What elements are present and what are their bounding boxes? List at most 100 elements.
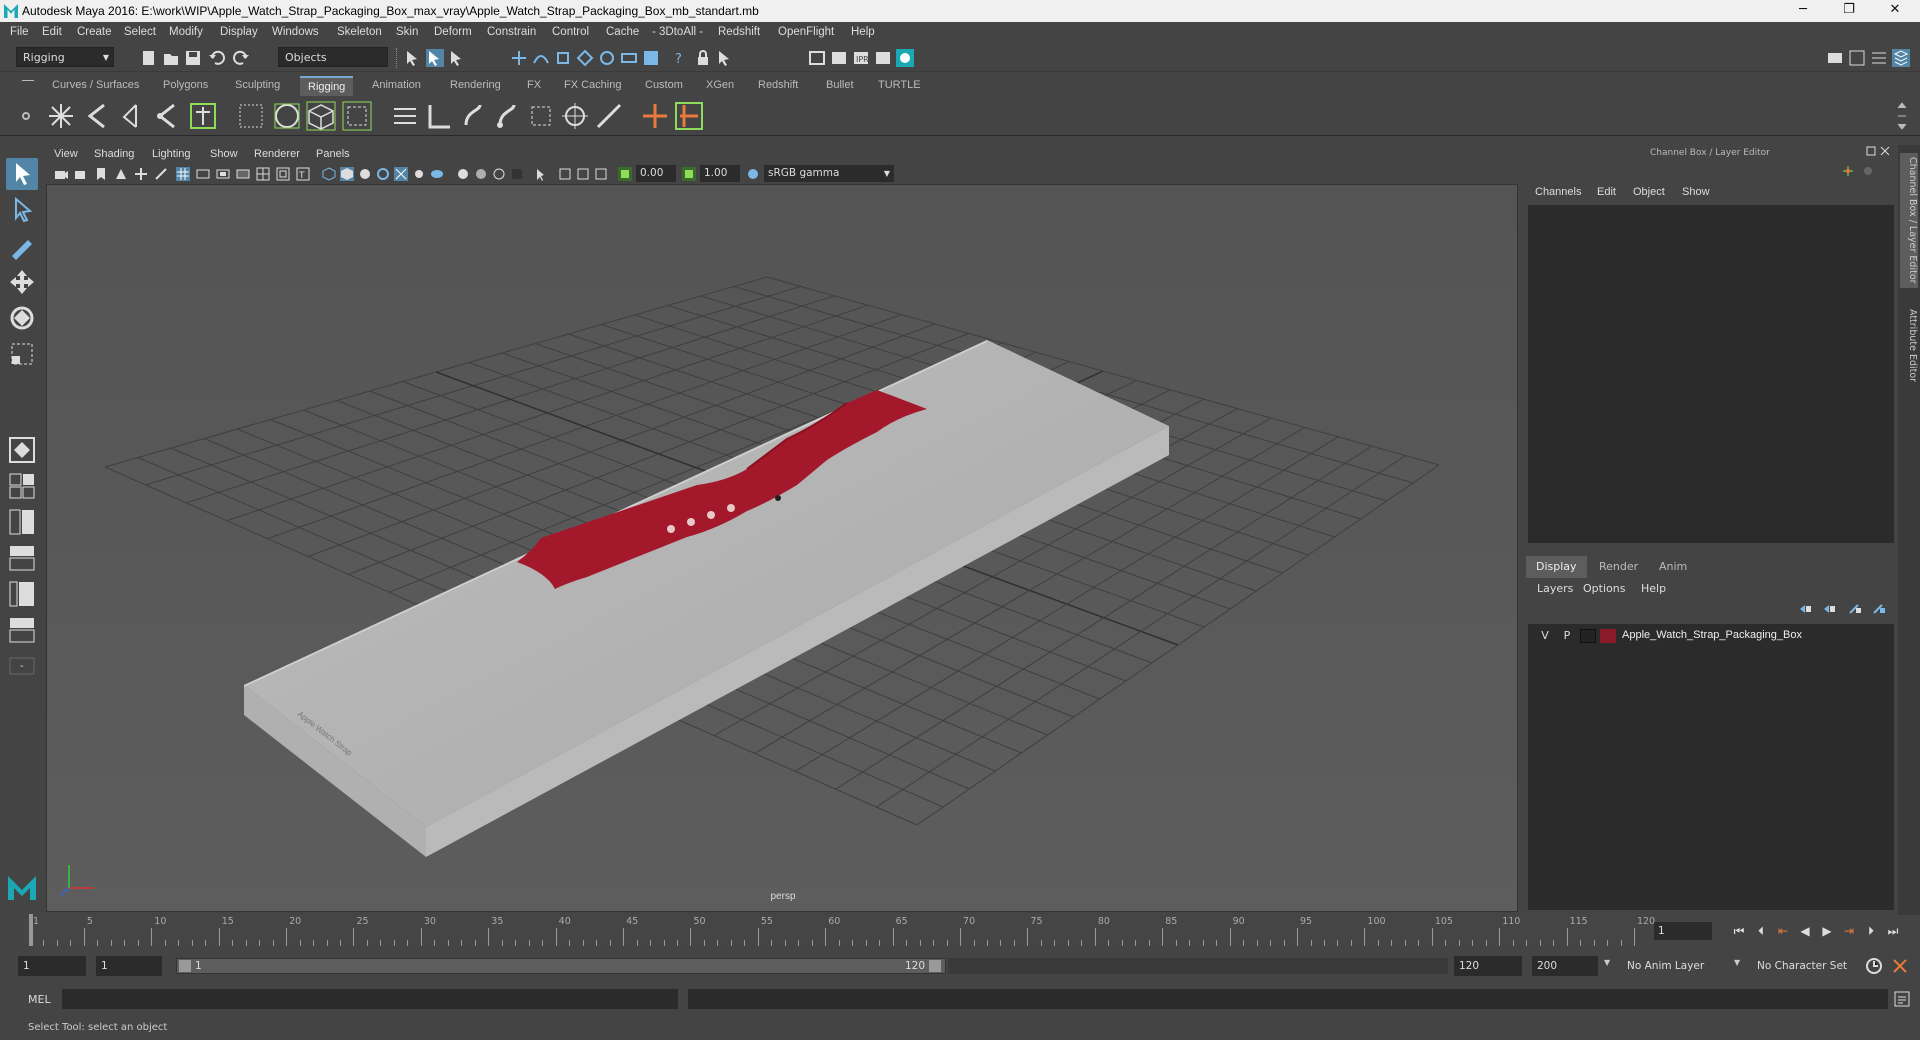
wireframe-icon[interactable] [322, 167, 336, 181]
character-set-dropdown[interactable]: No Character Set [1752, 956, 1868, 976]
shelf-tab-bullet[interactable]: Bullet [818, 76, 862, 96]
persp-outliner-icon[interactable] [6, 506, 38, 538]
menu-select[interactable]: Select [124, 26, 156, 38]
grease-pencil-icon[interactable] [154, 167, 168, 181]
step-back-frame-icon[interactable]: ⏴ [1752, 924, 1770, 938]
four-view-icon[interactable] [6, 470, 38, 502]
menu-redshift[interactable]: Redshift [718, 26, 760, 38]
shelf-tab-polygons[interactable]: Polygons [155, 76, 216, 96]
menu-file[interactable]: File [10, 26, 29, 38]
cb-menu-channels[interactable]: Channels [1535, 186, 1581, 198]
auto-key-icon[interactable] [1864, 956, 1884, 976]
maya-home-icon[interactable] [6, 870, 38, 902]
render-current-icon[interactable] [830, 49, 848, 67]
selection-mode-dropdown[interactable]: Objects [278, 47, 388, 67]
playback-end-field[interactable]: 120 [1454, 956, 1522, 976]
play-backwards-icon[interactable]: ◀ [1796, 924, 1814, 938]
close-button[interactable]: ✕ [1872, 0, 1918, 22]
2d-pan-zoom-icon[interactable] [134, 167, 148, 181]
current-frame-field[interactable]: 1 [1654, 922, 1712, 940]
menu-help[interactable]: Help [851, 26, 875, 38]
hud-icon[interactable] [594, 167, 608, 181]
anim-prefs-icon[interactable] [1890, 956, 1910, 976]
menu-constrain[interactable]: Constrain [487, 26, 536, 38]
shelf-tab-sculpting[interactable]: Sculpting [227, 76, 288, 96]
chevron-down-icon[interactable]: ▼ [1734, 958, 1740, 967]
layer-tab-anim[interactable]: Anim [1649, 556, 1697, 578]
rotate-tool-icon[interactable] [6, 302, 38, 334]
shelf-settings-icon[interactable] [20, 110, 32, 122]
exposure-icon[interactable] [618, 167, 632, 181]
redo-icon[interactable] [232, 49, 250, 67]
perspective-viewport[interactable]: Apple Watch Strap persp [46, 184, 1518, 912]
persp-graph-icon[interactable] [6, 542, 38, 574]
command-input[interactable] [62, 989, 678, 1009]
isolate-select-icon[interactable] [510, 167, 524, 181]
anim-layer-dropdown[interactable]: No Anim Layer [1622, 956, 1742, 976]
snap-grid-icon[interactable] [510, 49, 528, 67]
restore-button[interactable]: ❐ [1826, 0, 1872, 22]
layer-menu-options[interactable]: Options [1583, 582, 1625, 595]
pole-vector-icon[interactable] [594, 101, 624, 131]
range-end-handle[interactable] [929, 960, 941, 972]
menu-modify[interactable]: Modify [169, 26, 203, 38]
go-to-end-icon[interactable]: ⏭ [1884, 924, 1902, 938]
speed-icon[interactable] [1862, 165, 1874, 177]
help-icon[interactable]: ? [670, 49, 688, 67]
menu-skin[interactable]: Skin [396, 26, 418, 38]
camera-select-icon[interactable] [54, 167, 68, 181]
resolution-gate-icon[interactable] [216, 167, 230, 181]
channel-box-area[interactable] [1528, 205, 1894, 543]
joint-tool-icon[interactable] [46, 101, 76, 131]
new-layer-selected-icon[interactable] [1872, 603, 1886, 615]
manipulator-icon[interactable] [1842, 165, 1854, 177]
xray-joints-icon[interactable] [558, 167, 572, 181]
point-constraint-icon[interactable] [492, 101, 522, 131]
layout-columns-icon[interactable] [6, 578, 38, 610]
close-panel-icon[interactable] [1880, 146, 1890, 156]
snap-surface-icon[interactable] [620, 49, 638, 67]
shelf-tab-redshift[interactable]: Redshift [750, 76, 806, 96]
parent-constraint-icon[interactable] [458, 101, 488, 131]
snap-curve-icon[interactable] [532, 49, 550, 67]
layout-hypershade-icon[interactable] [6, 614, 38, 646]
go-to-start-icon[interactable]: ⏮ [1730, 924, 1748, 938]
grid-toggle-icon[interactable] [176, 167, 190, 181]
aim-constraint-icon[interactable] [560, 101, 590, 131]
ik-spline-icon[interactable] [152, 101, 182, 131]
select-tool-icon[interactable] [6, 158, 38, 190]
scale-tool-icon[interactable] [6, 338, 38, 370]
image-plane-icon[interactable] [114, 167, 128, 181]
snap-together-icon[interactable] [642, 49, 660, 67]
range-start-handle[interactable] [179, 960, 191, 972]
anim-end-field[interactable]: 200 [1532, 956, 1598, 976]
field-chart-icon[interactable] [256, 167, 270, 181]
viewport-canvas[interactable]: Apple Watch Strap persp [47, 185, 1518, 912]
xray-icon[interactable] [534, 167, 548, 181]
time-slider[interactable]: 1 5 10 15 20 25 30 35 40 45 50 55 60 65 70 75 80 85 90 95 10… [22, 914, 1655, 946]
save-scene-icon[interactable] [184, 49, 202, 67]
current-time-marker[interactable] [29, 914, 33, 946]
render-settings-icon[interactable] [874, 49, 892, 67]
use-all-lights-icon[interactable] [394, 167, 408, 181]
attribute-editor-toggle-icon[interactable] [1848, 49, 1866, 67]
insert-joint-icon[interactable] [82, 101, 112, 131]
move-layer-down-icon[interactable] [1822, 603, 1836, 615]
menu-create[interactable]: Create [77, 26, 112, 38]
ipr-render-icon[interactable]: IPR [852, 49, 870, 67]
render-view-icon[interactable] [808, 49, 826, 67]
menu-openflight[interactable]: OpenFlight [778, 26, 834, 38]
lasso-tool-icon[interactable] [6, 194, 38, 226]
step-forward-frame-icon[interactable]: ⏵ [1862, 924, 1880, 938]
cb-menu-show[interactable]: Show [1682, 186, 1710, 198]
vp-menu-lighting[interactable]: Lighting [152, 148, 191, 160]
exposure-field[interactable]: 0.00 [636, 165, 676, 182]
ik-handle-icon[interactable] [116, 101, 146, 131]
shelf-menu-icon[interactable] [22, 80, 34, 81]
layer-visibility-toggle[interactable]: V [1536, 629, 1554, 642]
select-by-component-icon[interactable] [448, 49, 466, 67]
select-by-object-icon[interactable] [426, 49, 444, 67]
select-by-hierarchy-icon[interactable] [404, 49, 422, 67]
mirror-joint-icon[interactable] [390, 101, 420, 131]
motion-blur-icon[interactable] [456, 167, 470, 181]
